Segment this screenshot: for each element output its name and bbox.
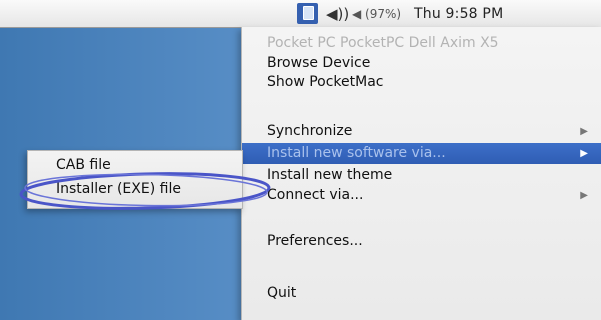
submenu-item-installer-exe[interactable]: Installer (EXE) file: [28, 178, 242, 200]
menu-item-synchronize[interactable]: Synchronize ▶: [242, 121, 601, 142]
menu-item-label: Connect via...: [267, 187, 364, 203]
speaker-volume-icon[interactable]: ◀)): [326, 0, 349, 27]
menu-item-label: Browse Device: [267, 55, 371, 71]
submenu-arrow-icon: ▶: [580, 190, 588, 201]
menu-item-label: Show PocketMac: [267, 74, 384, 90]
battery-status[interactable]: ◀ (97%): [352, 0, 401, 27]
menu-item-label: Quit: [267, 285, 297, 301]
menubar-clock[interactable]: Thu 9:58 PM: [414, 0, 503, 27]
menu-item-browse-device[interactable]: Browse Device: [242, 53, 601, 74]
menu-item-label: Install new software via...: [267, 145, 446, 161]
menu-separator: [242, 220, 601, 221]
menu-item-label: Install new theme: [267, 167, 393, 183]
pocketmac-dropdown-menu: Pocket PC PocketPC Dell Axim X5 Browse D…: [241, 27, 601, 320]
menu-item-label: Preferences...: [267, 233, 363, 249]
submenu-item-label: CAB file: [56, 157, 111, 173]
menu-item-preferences[interactable]: Preferences...: [242, 231, 601, 252]
submenu-item-label: Installer (EXE) file: [56, 181, 181, 197]
submenu-arrow-icon: ▶: [580, 148, 588, 159]
menu-separator: [242, 113, 601, 114]
menu-item-quit[interactable]: Quit: [242, 283, 601, 304]
device-screen-icon: [303, 6, 314, 20]
menu-item-connect-via[interactable]: Connect via... ▶: [242, 185, 601, 206]
menu-item-install-software[interactable]: Install new software via... ▶: [242, 143, 601, 164]
menu-device-header: Pocket PC PocketPC Dell Axim X5: [242, 33, 601, 54]
install-software-submenu: CAB file Installer (EXE) file: [27, 150, 243, 209]
menu-item-show-pocketmac[interactable]: Show PocketMac: [242, 72, 601, 93]
menu-device-header-label: Pocket PC PocketPC Dell Axim X5: [267, 35, 499, 51]
submenu-item-cab-file[interactable]: CAB file: [28, 154, 242, 176]
menu-item-label: Synchronize: [267, 123, 353, 139]
menu-bar: ◀)) ◀ (97%) Thu 9:58 PM: [0, 0, 601, 28]
menu-separator: [242, 267, 601, 268]
menu-item-install-theme[interactable]: Install new theme: [242, 165, 601, 186]
submenu-arrow-icon: ▶: [580, 126, 588, 137]
pocketmac-menu-extra-icon[interactable]: [297, 3, 318, 24]
